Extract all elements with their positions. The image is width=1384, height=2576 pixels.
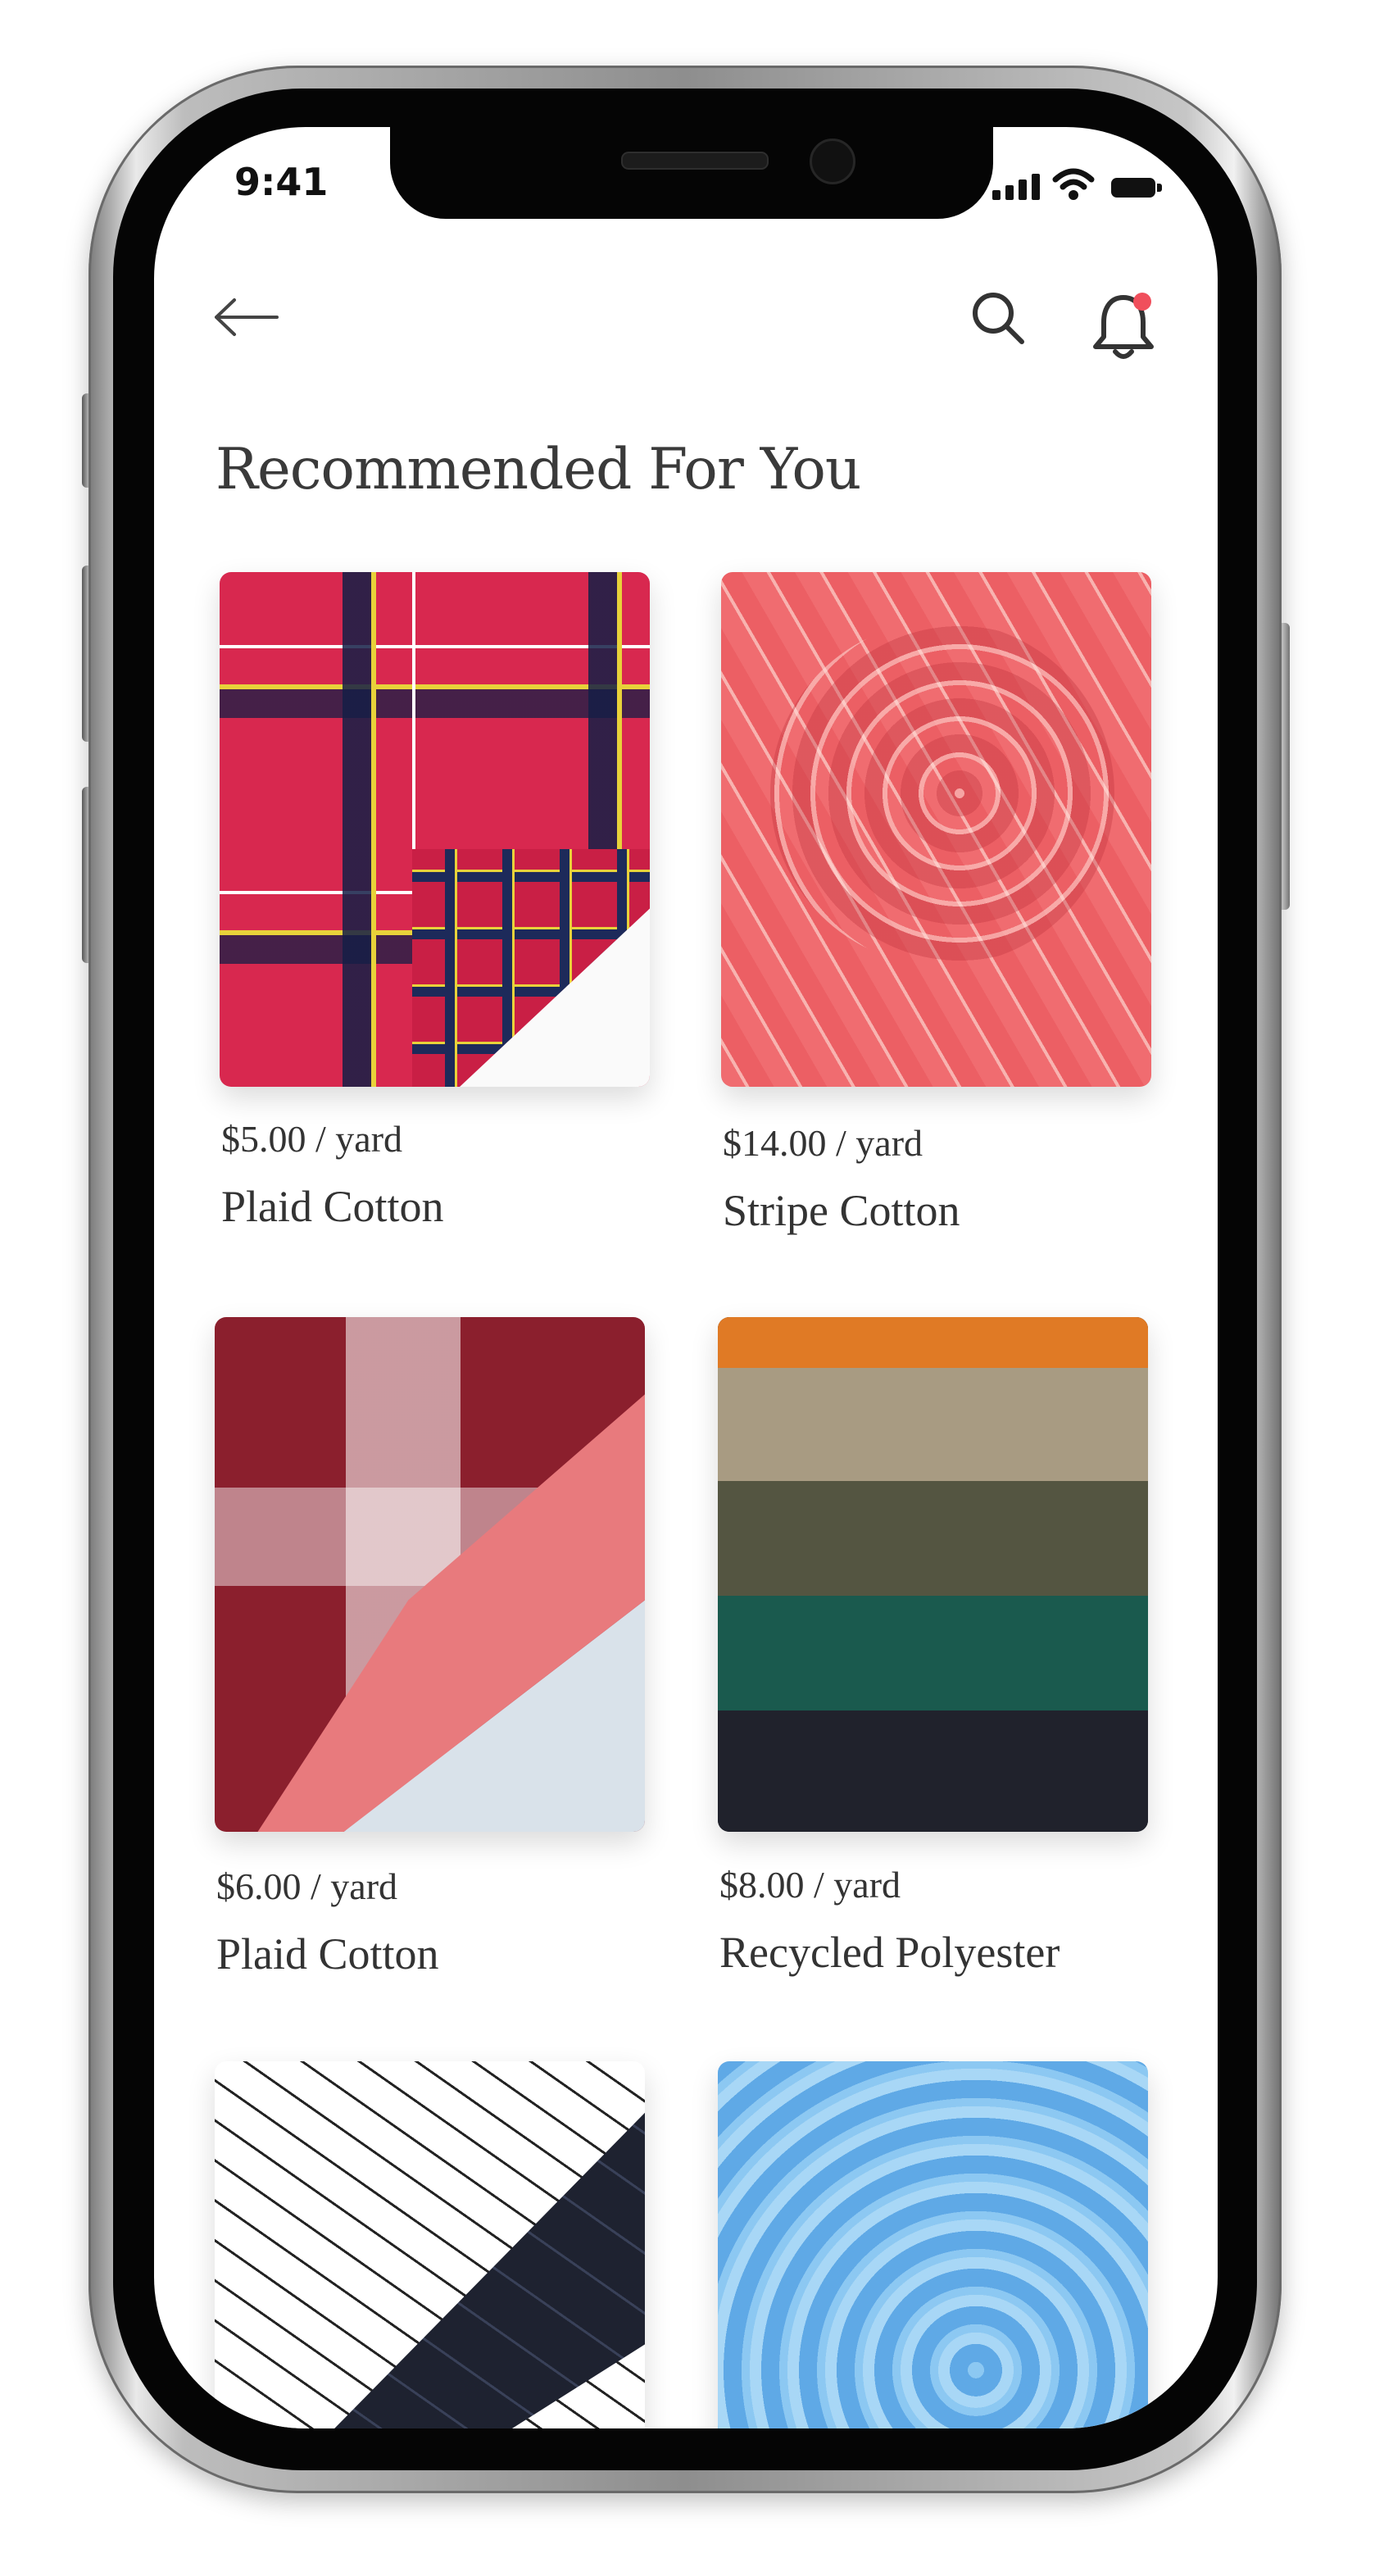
earpiece-speaker bbox=[621, 152, 769, 170]
product-name: Stripe Cotton bbox=[723, 1186, 960, 1235]
product-name: Plaid Cotton bbox=[221, 1182, 444, 1231]
swatch-band bbox=[718, 1711, 1148, 1832]
front-camera bbox=[810, 139, 855, 184]
swatch-band bbox=[718, 1317, 1148, 1374]
product-image bbox=[220, 572, 650, 1087]
wifi-icon bbox=[1052, 168, 1095, 200]
product-image bbox=[718, 2061, 1148, 2428]
product-image bbox=[721, 572, 1151, 1087]
fabric-swirl bbox=[770, 621, 1114, 965]
swatch-band bbox=[718, 1596, 1148, 1719]
product-image bbox=[215, 1317, 645, 1832]
notification-badge bbox=[1133, 293, 1151, 311]
product-image bbox=[215, 2061, 645, 2428]
cellular-signal-icon bbox=[992, 174, 1040, 200]
battery-icon bbox=[1111, 178, 1162, 198]
swatch-band bbox=[718, 1481, 1148, 1604]
product-name: Plaid Cotton bbox=[216, 1929, 439, 1979]
product-price: $8.00 / yard bbox=[719, 1864, 901, 1906]
page-title: Recommended For You bbox=[216, 437, 861, 502]
product-price: $5.00 / yard bbox=[221, 1118, 403, 1160]
product-image bbox=[718, 1317, 1148, 1832]
swatch-band bbox=[718, 1368, 1148, 1491]
status-time: 9:41 bbox=[234, 160, 329, 204]
arrow-left-icon[interactable] bbox=[211, 297, 280, 338]
notch bbox=[390, 127, 993, 219]
phone-screen: 9:41 Recommended For You $5.00 / yard Pl… bbox=[154, 127, 1218, 2428]
search-icon[interactable] bbox=[969, 289, 1027, 347]
product-name: Recycled Polyester bbox=[719, 1928, 1060, 1977]
fabric-print-dark bbox=[215, 2112, 645, 2428]
product-price: $14.00 / yard bbox=[723, 1122, 923, 1164]
product-price: $6.00 / yard bbox=[216, 1865, 398, 1907]
